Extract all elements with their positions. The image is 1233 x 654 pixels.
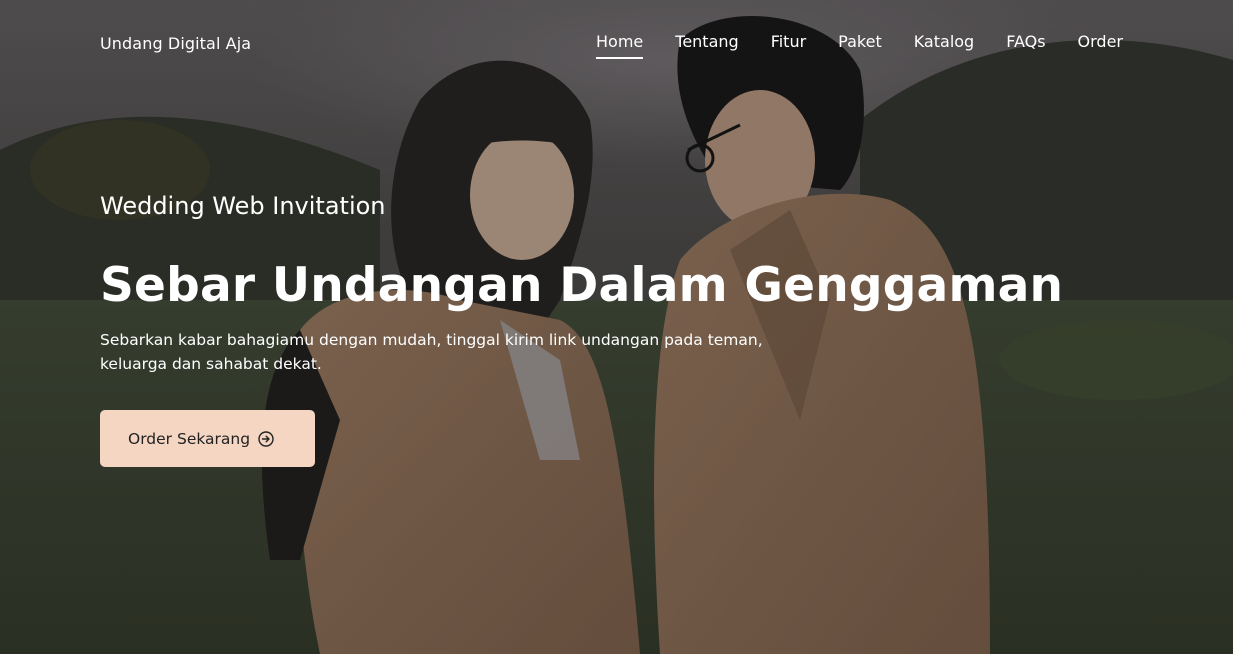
- nav-item-fitur[interactable]: Fitur: [771, 32, 806, 55]
- hero-content: Wedding Web Invitation Sebar Undangan Da…: [100, 190, 1064, 467]
- hero-headline: Sebar Undangan Dalam Genggaman: [100, 258, 1064, 313]
- nav-item-paket[interactable]: Paket: [838, 32, 882, 55]
- nav-item-order[interactable]: Order: [1078, 32, 1123, 55]
- order-now-label: Order Sekarang: [128, 429, 251, 448]
- hero-eyebrow: Wedding Web Invitation: [100, 192, 386, 220]
- main-nav: Home Tentang Fitur Paket Katalog FAQs Or…: [596, 32, 1123, 59]
- hero-section: Undang Digital Aja Home Tentang Fitur Pa…: [0, 0, 1233, 654]
- nav-item-katalog[interactable]: Katalog: [914, 32, 974, 55]
- nav-item-home[interactable]: Home: [596, 32, 644, 59]
- arrow-right-circle-icon: [258, 430, 274, 447]
- nav-item-faqs[interactable]: FAQs: [1006, 32, 1045, 55]
- nav-item-tentang[interactable]: Tentang: [675, 32, 738, 55]
- brand-logo[interactable]: Undang Digital Aja: [100, 34, 251, 53]
- order-now-button[interactable]: Order Sekarang: [100, 410, 315, 467]
- navbar: Undang Digital Aja Home Tentang Fitur Pa…: [100, 28, 1123, 59]
- hero-subtitle: Sebarkan kabar bahagiamu dengan mudah, t…: [100, 331, 763, 373]
